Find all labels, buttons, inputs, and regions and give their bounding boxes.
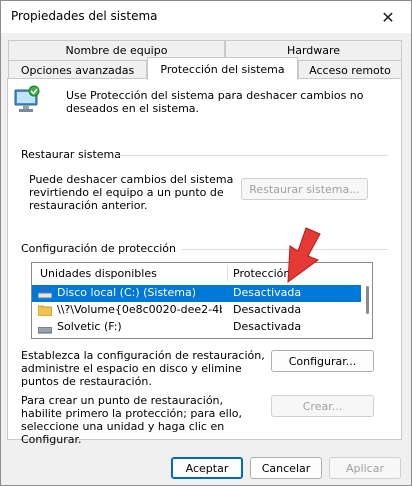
configure-description: Establezca la configuración de restaurac… (21, 349, 265, 388)
configure-label: Configurar... (288, 354, 357, 368)
protection-status: Desactivada (233, 286, 302, 299)
cancel-label: Cancelar (261, 461, 311, 475)
restore-system-label: Restaurar sistema... (249, 182, 360, 196)
drive-name: Solvetic (F:) (57, 320, 122, 333)
create-button[interactable]: Crear... (271, 395, 374, 417)
list-item[interactable]: Solvetic (F:) Desactivada (32, 319, 362, 336)
apply-button[interactable]: Aplicar (329, 457, 401, 479)
system-properties-window: Propiedades del sistema ✕ Nombre de equi… (0, 0, 412, 486)
ok-label: Aceptar (185, 461, 229, 475)
configure-button[interactable]: Configurar... (271, 350, 374, 372)
window-title: Propiedades del sistema (11, 9, 158, 23)
create-label: Crear... (302, 399, 343, 413)
restore-section-title: Restaurar sistema (21, 148, 122, 161)
scrollbar-thumb[interactable] (366, 286, 369, 314)
arrow-annotation-icon (276, 226, 326, 286)
ok-button[interactable]: Aceptar (171, 457, 243, 479)
drive-icon (37, 324, 53, 337)
tab-remote-access[interactable]: Acceso remoto (298, 60, 402, 80)
drive-name: Disco local (C:) (Sistema) (57, 286, 197, 299)
list-item[interactable]: Disco local (C:) (Sistema) Desactivada (32, 285, 362, 302)
column-divider (227, 265, 228, 281)
close-icon[interactable]: ✕ (365, 1, 411, 33)
list-scrollbar[interactable] (361, 263, 372, 338)
restore-description: Puede deshacer cambios del sistema revir… (29, 173, 234, 212)
intro-text: Use Protección del sistema para deshacer… (66, 89, 364, 115)
folder-icon (37, 304, 53, 319)
column-header-drives[interactable]: Unidades disponibles (40, 263, 157, 283)
cancel-button[interactable]: Cancelar (250, 457, 322, 479)
tab-label: Hardware (286, 44, 341, 57)
tab-label: Nombre de equipo (65, 44, 168, 57)
tab-advanced-options[interactable]: Opciones avanzadas (8, 60, 147, 80)
restore-system-button[interactable]: Restaurar sistema... (241, 178, 368, 200)
system-protection-icon (14, 85, 42, 115)
tab-label: Protección del sistema (160, 62, 285, 76)
tab-panel: Use Protección del sistema para deshacer… (7, 78, 402, 446)
protection-section-title: Configuración de protección (21, 242, 177, 255)
section-divider (116, 155, 388, 156)
protection-status: Desactivada (233, 320, 302, 333)
protection-status: Desactivada (233, 303, 302, 316)
tab-label: Acceso remoto (309, 64, 391, 77)
system-drive-icon (37, 287, 53, 302)
create-description: Para crear un punto de restauración, hab… (21, 394, 243, 446)
tab-label: Opciones avanzadas (20, 64, 135, 77)
tab-system-protection[interactable]: Protección del sistema (147, 57, 298, 80)
title-bar: Propiedades del sistema ✕ (1, 1, 411, 33)
list-item[interactable]: \\?\Volume{0e8c0020-dee2-4b1... Desactiv… (32, 302, 362, 319)
apply-label: Aplicar (346, 461, 384, 475)
drive-name: \\?\Volume{0e8c0020-dee2-4b1... (57, 303, 222, 316)
